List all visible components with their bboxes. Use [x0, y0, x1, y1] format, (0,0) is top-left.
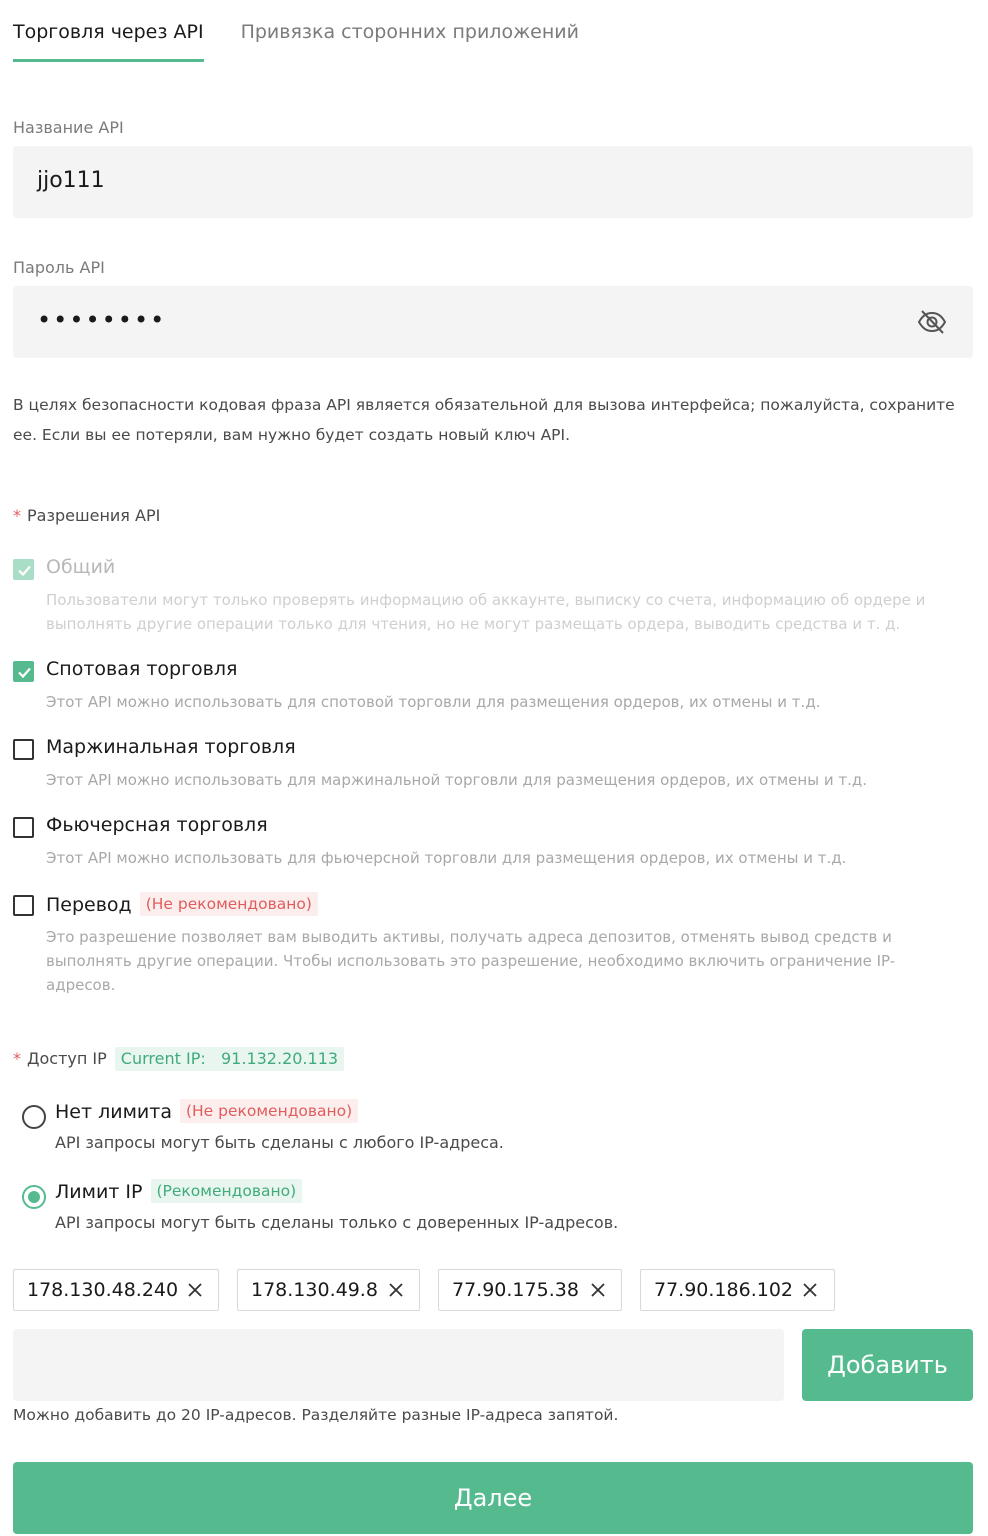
not-recommended-badge: (Не рекомендовано) [179, 1099, 359, 1123]
ip-limit-title: Лимит IP [55, 1181, 143, 1203]
no-limit-title: Нет лимита [55, 1101, 172, 1123]
api-name-field[interactable]: jjo111 [13, 146, 973, 218]
not-recommended-badge: (Не рекомендовано) [139, 892, 318, 916]
ip-limit-radio[interactable] [22, 1185, 46, 1209]
ip-chip: 77.90.186.102 [640, 1269, 835, 1311]
general-checkbox[interactable] [13, 559, 34, 580]
transfer-title: Перевод [46, 894, 132, 916]
no-limit-title-row: Нет лимита (Не рекомендовано) [55, 1099, 359, 1123]
add-ip-button[interactable]: Добавить [802, 1329, 973, 1401]
spot-desc: Этот API можно использовать для спотовой… [46, 693, 821, 711]
ip-hint: Можно добавить до 20 IP-адресов. Разделя… [13, 1406, 619, 1424]
ip-address-input[interactable] [13, 1329, 784, 1401]
next-button[interactable]: Далее [13, 1462, 973, 1534]
futures-title: Фьючерсная торговля [46, 814, 268, 836]
transfer-title-row: Перевод (Не рекомендовано) [46, 892, 318, 916]
tab-bar: Торговля через API Привязка сторонних пр… [13, 0, 579, 62]
api-password-masked: •••••••• [37, 306, 167, 334]
ip-chip: 178.130.49.8 [237, 1269, 420, 1311]
recommended-badge: (Рекомендовано) [150, 1179, 303, 1203]
ip-access-title-text: Доступ IP [27, 1049, 107, 1068]
general-desc: Пользователи могут только проверять инфо… [46, 591, 926, 633]
no-limit-radio[interactable] [22, 1105, 46, 1129]
close-icon[interactable] [802, 1282, 818, 1298]
futures-checkbox[interactable] [13, 817, 34, 838]
margin-desc: Этот API можно использовать для маржинал… [46, 771, 867, 789]
ip-chip: 77.90.175.38 [438, 1269, 622, 1311]
ip-access-title: * Доступ IP Current IP: 91.132.20.113 [13, 1047, 345, 1071]
spot-checkbox[interactable] [13, 661, 34, 682]
ip-chip-label: 178.130.48.240 [27, 1279, 179, 1301]
required-mark: * [13, 1049, 21, 1068]
permissions-title-text: Разрешения API [27, 506, 161, 525]
no-limit-desc: API запросы могут быть сделаны с любого … [55, 1133, 504, 1152]
transfer-desc: Это разрешение позволяет вам выводить ак… [46, 928, 896, 994]
close-icon[interactable] [388, 1282, 404, 1298]
ip-chip: 178.130.48.240 [13, 1269, 219, 1311]
required-mark: * [13, 506, 21, 525]
ip-limit-title-row: Лимит IP (Рекомендовано) [55, 1179, 303, 1203]
permissions-title: * Разрешения API [13, 506, 160, 525]
tab-api-trading[interactable]: Торговля через API [13, 0, 204, 62]
api-password-field[interactable]: •••••••• [13, 286, 973, 358]
tab-third-party-apps[interactable]: Привязка сторонних приложений [241, 0, 579, 62]
eye-off-icon[interactable] [917, 308, 947, 336]
api-name-value: jjo111 [37, 168, 105, 193]
close-icon[interactable] [590, 1282, 606, 1298]
close-icon[interactable] [187, 1282, 203, 1298]
current-ip-badge: Current IP: 91.132.20.113 [114, 1047, 345, 1071]
transfer-checkbox[interactable] [13, 895, 34, 916]
api-name-label: Название API [13, 118, 124, 137]
ip-chip-label: 178.130.49.8 [251, 1279, 378, 1301]
margin-checkbox[interactable] [13, 739, 34, 760]
spot-title: Спотовая торговля [46, 658, 238, 680]
security-note: В целях безопасности кодовая фраза API я… [13, 396, 955, 444]
ip-chip-label: 77.90.175.38 [452, 1279, 579, 1301]
current-ip-value: 91.132.20.113 [221, 1049, 339, 1068]
ip-limit-desc: API запросы могут быть сделаны только с … [55, 1213, 619, 1232]
api-password-label: Пароль API [13, 258, 105, 277]
ip-chip-label: 77.90.186.102 [654, 1279, 794, 1301]
current-ip-label: Current IP: [120, 1049, 206, 1068]
margin-title: Маржинальная торговля [46, 736, 296, 758]
general-title: Общий [46, 556, 116, 578]
futures-desc: Этот API можно использовать для фьючерсн… [46, 849, 847, 867]
